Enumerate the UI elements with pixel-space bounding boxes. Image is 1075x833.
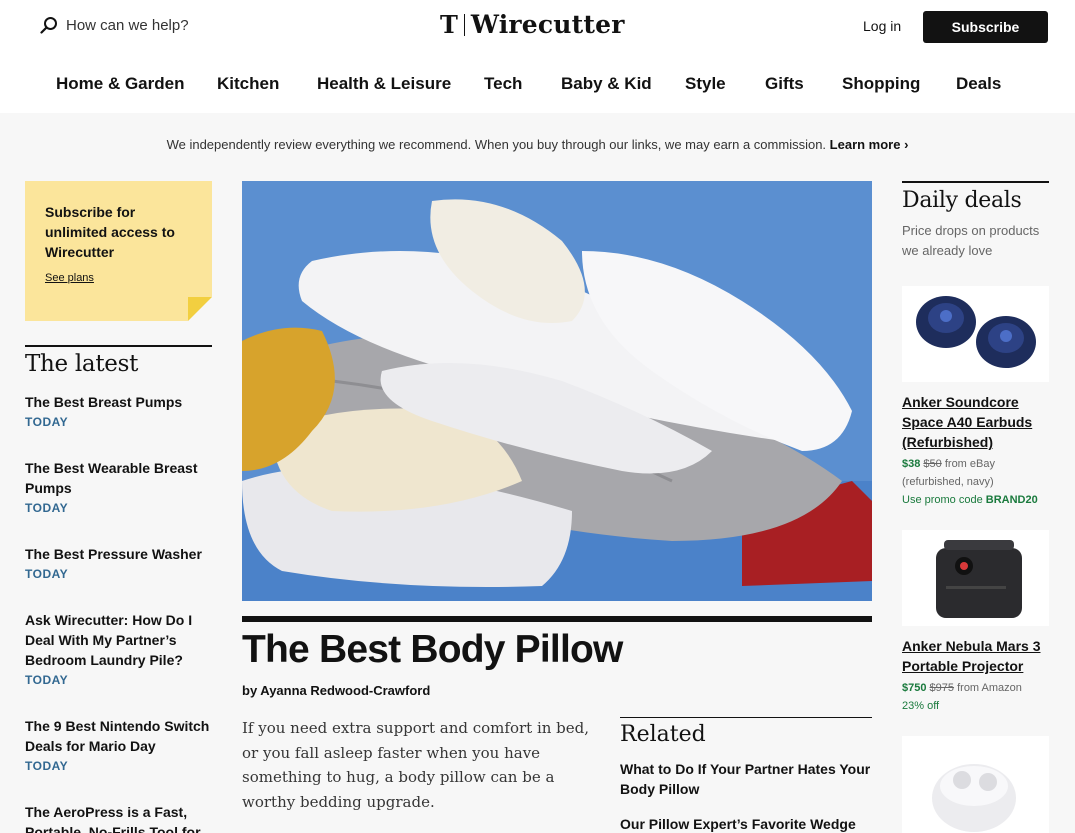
search-box[interactable]: How can we help?	[40, 16, 189, 34]
latest-item-title[interactable]: The Best Pressure Washer	[25, 544, 212, 564]
deals-subheading: Price drops on products we already love	[902, 223, 1040, 258]
nav-item-baby-kid[interactable]: Baby & Kid	[561, 74, 652, 94]
nav-item-deals[interactable]: Deals	[956, 74, 1001, 94]
learn-more-link[interactable]: Learn more ›	[830, 137, 909, 152]
latest-item[interactable]: The Best Breast Pumps TODAY	[25, 392, 212, 429]
nav-item-health-leisure[interactable]: Health & Leisure	[317, 74, 451, 94]
hero-image[interactable]	[242, 181, 872, 601]
nav-item-style[interactable]: Style	[685, 74, 726, 94]
deal-price-was: $50	[923, 458, 942, 470]
latest-item-title[interactable]: The Best Wearable Breast Pumps	[25, 458, 212, 498]
deal-promo: Use promo code BRAND20	[902, 491, 1049, 509]
deal-price: $38 $50 from eBay (refurbished, navy)	[902, 455, 1049, 491]
search-icon	[40, 17, 57, 34]
search-placeholder[interactable]: How can we help?	[66, 17, 189, 34]
deal-price-now: $38	[902, 458, 921, 470]
latest-item-date: TODAY	[25, 673, 69, 687]
sleep-earbuds-image[interactable]	[902, 736, 1049, 833]
deal-price-was: $975	[929, 682, 955, 694]
deal-title[interactable]: Anker Soundcore Space A40 Earbuds (Refur…	[902, 392, 1049, 452]
nyt-t-logo-icon: T	[440, 10, 458, 39]
logo-wordmark: Wirecutter	[470, 10, 625, 39]
latest-item[interactable]: The Best Wearable Breast Pumps TODAY	[25, 458, 212, 515]
latest-item[interactable]: The Best Pressure Washer TODAY	[25, 544, 212, 581]
related-item[interactable]: Our Pillow Expert’s Favorite Wedge	[620, 814, 872, 833]
promo-code: BRAND20	[985, 494, 1038, 506]
sticky-title: Subscribe for unlimited access to Wirecu…	[45, 204, 175, 260]
latest-item-title[interactable]: The AeroPress is a Fast, Portable, No-Fr…	[25, 802, 212, 833]
earbuds-icon	[902, 286, 1049, 382]
login-link[interactable]: Log in	[863, 18, 901, 34]
sticky-fold-corner	[188, 297, 212, 321]
related-heading: Related	[620, 722, 706, 747]
pillows-illustration	[242, 181, 872, 601]
nav-item-tech[interactable]: Tech	[484, 74, 522, 94]
latest-item-date: TODAY	[25, 415, 69, 429]
deal-promo: 23% off	[902, 697, 1049, 715]
latest-item-title[interactable]: The Best Breast Pumps	[25, 392, 212, 412]
latest-item-title[interactable]: Ask Wirecutter: How Do I Deal With My Pa…	[25, 610, 212, 670]
latest-heading: The latest	[25, 351, 139, 377]
deal-price-now: $750	[902, 682, 927, 694]
nav-item-gifts[interactable]: Gifts	[765, 74, 804, 94]
deal-source: from Amazon	[957, 682, 1022, 694]
deal-discount: 23% off	[902, 700, 940, 712]
nav-item-shopping[interactable]: Shopping	[842, 74, 920, 94]
disclosure-text: We independently review everything we re…	[166, 137, 827, 152]
projector-icon	[902, 530, 1049, 626]
related-item[interactable]: What to Do If Your Partner Hates Your Bo…	[620, 759, 872, 799]
deal-note: (refurbished, navy)	[902, 476, 994, 488]
latest-item[interactable]: The AeroPress is a Fast, Portable, No-Fr…	[25, 802, 212, 833]
latest-item-date: TODAY	[25, 501, 69, 515]
subscribe-sticky-note: Subscribe for unlimited access to Wirecu…	[25, 181, 212, 321]
subscribe-button[interactable]: Subscribe	[923, 11, 1048, 43]
latest-item-title[interactable]: The 9 Best Nintendo Switch Deals for Mar…	[25, 716, 212, 756]
deals-heading: Daily deals	[902, 188, 1022, 213]
deal-title[interactable]: Anker Nebula Mars 3 Portable Projector	[902, 636, 1049, 676]
earbud-case-icon	[902, 736, 1049, 833]
see-plans-link[interactable]: See plans	[45, 272, 94, 284]
latest-section: The latest	[25, 345, 212, 377]
deal-card[interactable]: Anker Soundcore Space A40 Earbuds (Refur…	[902, 286, 1049, 509]
article-summary: If you need extra support and comfort in…	[242, 719, 590, 811]
main-nav: Home & Garden Kitchen Health & Leisure T…	[0, 74, 1075, 98]
article-byline: by Ayanna Redwood-Crawford	[242, 683, 431, 698]
daily-deals-section: Daily deals Price drops on products we a…	[902, 181, 1049, 261]
earbuds-image[interactable]	[902, 286, 1049, 382]
article-headline[interactable]: The Best Body Pillow	[242, 628, 623, 672]
nav-item-home-garden[interactable]: Home & Garden	[56, 74, 184, 94]
latest-item-date: TODAY	[25, 759, 69, 773]
logo-divider	[463, 13, 465, 36]
promo-prefix: Use promo code	[902, 494, 983, 506]
related-section: Related What to Do If Your Partner Hates…	[620, 717, 872, 833]
top-header: How can we help? T Wirecutter Log in Sub…	[0, 0, 1075, 113]
wirecutter-logo[interactable]: T Wirecutter	[440, 10, 625, 39]
deal-card[interactable]	[902, 736, 1049, 833]
headline-rule	[242, 616, 872, 622]
latest-item[interactable]: The 9 Best Nintendo Switch Deals for Mar…	[25, 716, 212, 773]
projector-image[interactable]	[902, 530, 1049, 626]
deal-source: from eBay	[944, 458, 995, 470]
deal-card[interactable]: Anker Nebula Mars 3 Portable Projector $…	[902, 530, 1049, 715]
latest-item[interactable]: Ask Wirecutter: How Do I Deal With My Pa…	[25, 610, 212, 687]
nav-item-kitchen[interactable]: Kitchen	[217, 74, 279, 94]
affiliate-disclosure: We independently review everything we re…	[0, 137, 1075, 152]
deal-price: $750 $975 from Amazon	[902, 679, 1049, 697]
latest-item-date: TODAY	[25, 567, 69, 581]
